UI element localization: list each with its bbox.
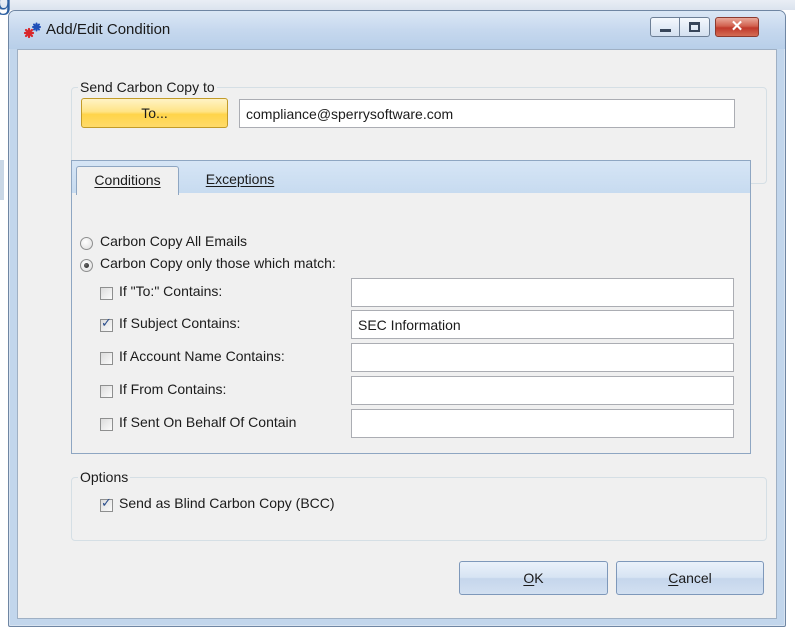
window-title: Add/Edit Condition <box>46 21 171 38</box>
label-account-name-contains: If Account Name Contains: <box>119 348 285 364</box>
dialog-client-area: Send Carbon Copy to To... Conditions Exc… <box>17 49 777 619</box>
tab-conditions[interactable]: Conditions <box>76 166 179 195</box>
sent-on-behalf-input[interactable] <box>351 409 734 438</box>
maximize-icon <box>689 22 700 32</box>
subject-contains-input[interactable] <box>351 310 734 339</box>
ok-button[interactable]: OK <box>459 561 608 595</box>
minimize-button[interactable] <box>650 17 680 37</box>
tab-conditions-label: Conditions <box>94 172 161 188</box>
ok-label-rest: K <box>534 570 544 586</box>
ok-mnemonic: O <box>523 570 535 586</box>
background-edge <box>0 160 4 200</box>
checkbox-account-name-contains[interactable] <box>100 352 113 365</box>
close-button[interactable]: ✕ <box>715 17 759 37</box>
radio-all-emails-label: Carbon Copy All Emails <box>100 233 248 249</box>
label-from-contains: If From Contains: <box>119 381 227 397</box>
to-contains-input[interactable] <box>351 278 734 307</box>
label-bcc: Send as Blind Carbon Copy (BCC) <box>119 495 335 511</box>
tab-exceptions[interactable]: Exceptions <box>188 166 292 194</box>
title-bar[interactable]: Add/Edit Condition ✕ <box>9 11 785 49</box>
radio-match-only[interactable] <box>80 259 93 272</box>
cc-address-input[interactable] <box>239 99 735 128</box>
radio-all-emails[interactable] <box>80 237 93 250</box>
checkbox-subject-contains[interactable] <box>100 316 113 332</box>
close-icon: ✕ <box>730 18 744 35</box>
from-contains-input[interactable] <box>351 376 734 405</box>
checkbox-sent-on-behalf[interactable] <box>100 418 113 431</box>
background-strip: g <box>0 0 795 16</box>
label-to-contains: If "To:" Contains: <box>119 283 223 299</box>
cancel-label-rest: ancel <box>678 570 712 586</box>
maximize-button[interactable] <box>680 17 710 37</box>
send-cc-legend: Send Carbon Copy to <box>78 79 217 95</box>
to-button[interactable]: To... <box>81 98 228 128</box>
cancel-button[interactable]: Cancel <box>616 561 764 595</box>
label-sent-on-behalf: If Sent On Behalf Of Contain <box>119 414 297 430</box>
checkbox-from-contains[interactable] <box>100 385 113 398</box>
dialog-window: Add/Edit Condition ✕ Send Carbon Copy to… <box>8 10 786 627</box>
minimize-icon <box>660 29 671 32</box>
cancel-mnemonic: C <box>668 570 679 586</box>
radio-match-only-label: Carbon Copy only those which match: <box>100 255 336 271</box>
account-name-contains-input[interactable] <box>351 343 734 372</box>
checkbox-bcc[interactable] <box>100 496 113 512</box>
sperry-star-icon <box>23 22 41 39</box>
label-subject-contains: If Subject Contains: <box>119 315 241 331</box>
options-legend: Options <box>78 469 131 485</box>
checkbox-to-contains[interactable] <box>100 287 113 300</box>
tab-exceptions-label: Exceptions <box>205 171 275 187</box>
